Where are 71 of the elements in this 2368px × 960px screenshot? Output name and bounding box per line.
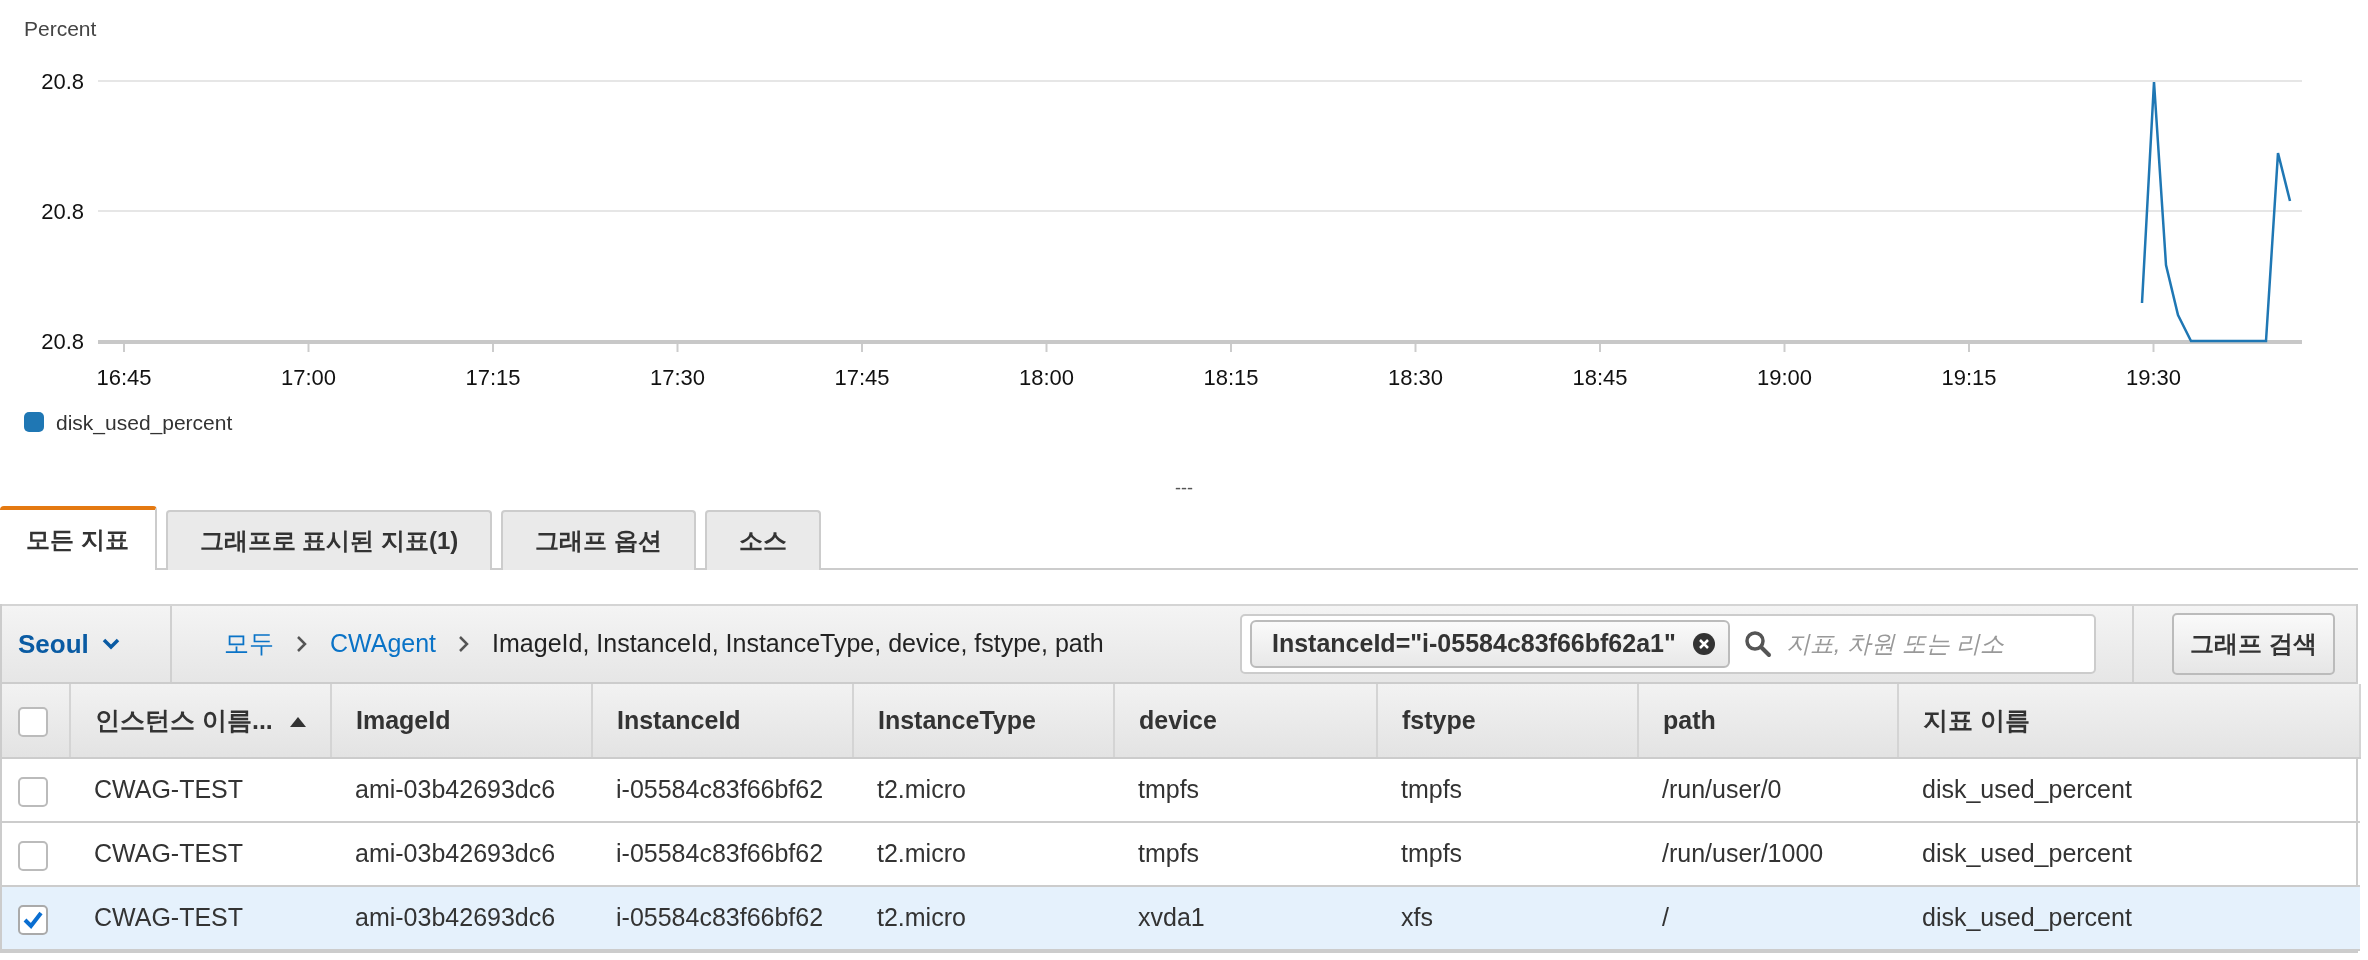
table-cell: /run/user/1000: [1662, 839, 1824, 868]
table-cell: tmpfs: [1401, 775, 1463, 804]
table-cell: i-05584c83f66bf62: [616, 839, 824, 868]
x-tick-label: 18:15: [1203, 365, 1259, 390]
x-tick-label: 17:45: [834, 365, 890, 390]
table-cell: /run/user/0: [1662, 775, 1782, 804]
x-tick-label: 17:15: [465, 365, 521, 390]
breadcrumb-link[interactable]: CWAgent: [330, 625, 437, 663]
chevron-right-icon: [296, 635, 308, 653]
column-header[interactable]: ImageId: [331, 684, 592, 758]
column-header[interactable]: path: [1638, 684, 1898, 758]
table-cell: ami-03b42693dc6: [355, 903, 556, 932]
x-tick-label: 19:30: [2125, 365, 2182, 390]
table-cell: tmpfs: [1138, 775, 1200, 804]
table-cell: CWAG-TEST: [94, 839, 244, 868]
column-header[interactable]: fstype: [1377, 684, 1638, 758]
table-cell: xvda1: [1138, 903, 1205, 932]
tab[interactable]: 그래프 옵션: [501, 510, 696, 570]
table-cell: disk_used_percent: [1922, 775, 2132, 804]
x-tick-label: 18:45: [1572, 365, 1628, 390]
y-tick-label: 20.8: [41, 69, 84, 94]
table-cell: t2.micro: [877, 839, 966, 868]
y-tick-label: 20.8: [41, 329, 84, 354]
chevron-right-icon: [458, 635, 471, 653]
table-cell: disk_used_percent: [1922, 839, 2132, 868]
remove-icon[interactable]: [1691, 632, 1716, 656]
table-cell: i-05584c83f66bf62: [616, 775, 824, 804]
checkbox[interactable]: [18, 904, 48, 935]
table-cell: xfs: [1401, 903, 1433, 932]
tab[interactable]: 소스: [705, 510, 821, 570]
x-tick-label: 17:00: [280, 365, 337, 390]
table-cell: disk_used_percent: [1922, 903, 2132, 932]
checkbox[interactable]: [18, 776, 48, 807]
legend-label[interactable]: disk_used_percent: [56, 411, 233, 434]
y-tick-label: 20.8: [41, 199, 84, 224]
x-tick-label: 19:00: [1756, 365, 1813, 390]
column-header[interactable]: 인스턴스 이름...: [70, 684, 331, 758]
filter-field[interactable]: InstanceId="i-05584c83f66bf62a1" 지표, 차원 또는 리소: [1240, 614, 2096, 674]
column-header[interactable]: 지표 이름: [1898, 684, 2360, 758]
table-cell: ami-03b42693dc6: [355, 775, 556, 804]
x-tick-label: 17:30: [649, 365, 706, 390]
breadcrumb-current: ImageId, InstanceId, InstanceType, device, fstype, path: [492, 628, 1104, 660]
axis-label: Percent: [24, 17, 97, 40]
table-cell: /: [1662, 903, 1669, 932]
table-cell: tmpfs: [1138, 839, 1200, 868]
table-cell: ami-03b42693dc6: [355, 839, 556, 868]
column-header[interactable]: InstanceType: [853, 684, 1114, 758]
search-icon: [1743, 630, 1772, 658]
table-cell: t2.micro: [877, 775, 966, 804]
table-cell: tmpfs: [1401, 839, 1463, 868]
resize-handle[interactable]: ---: [1175, 478, 1193, 498]
checkbox[interactable]: [18, 840, 48, 871]
table-cell: CWAG-TEST: [94, 903, 244, 932]
region-dropdown[interactable]: Seoul: [2, 606, 172, 682]
table-cell: i-05584c83f66bf62: [616, 903, 824, 932]
breadcrumb-link[interactable]: 모두: [224, 625, 274, 663]
column-header[interactable]: device: [1114, 684, 1377, 758]
column-header[interactable]: InstanceId: [592, 684, 853, 758]
x-tick-label: 18:00: [1018, 365, 1075, 390]
x-tick-label: 16:45: [96, 365, 152, 390]
tab[interactable]: 모든 지표: [0, 506, 157, 570]
x-tick-label: 19:15: [1941, 365, 1997, 390]
tab[interactable]: 그래프로 표시된 지표(1): [165, 510, 493, 570]
filter-token[interactable]: InstanceId="i-05584c83f66bf62a1": [1250, 620, 1730, 668]
chevron-down-icon: [100, 637, 121, 651]
graph-search-button[interactable]: 그래프 검색: [2172, 613, 2335, 675]
sort-ascending-icon: [288, 716, 307, 729]
table-cell: CWAG-TEST: [94, 775, 244, 804]
x-tick-label: 18:30: [1387, 365, 1444, 390]
checkbox[interactable]: [18, 707, 48, 738]
table-cell: t2.micro: [877, 903, 966, 932]
